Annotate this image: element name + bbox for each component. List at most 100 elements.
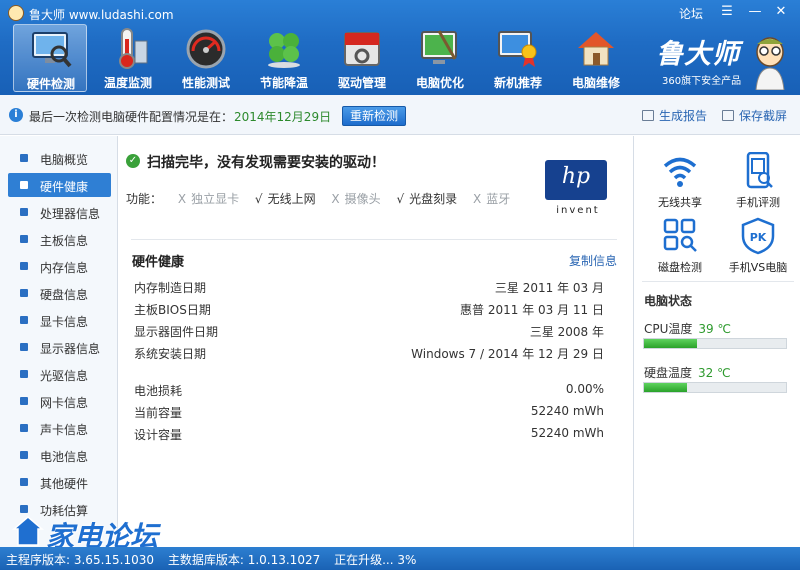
sidebar-item-label: 处理器信息 bbox=[40, 207, 101, 221]
bullet-icon bbox=[20, 424, 28, 432]
sidebar-item-graphics[interactable]: 显卡信息 bbox=[8, 308, 111, 332]
tool-energy-saving[interactable]: 节能降温 bbox=[247, 24, 321, 92]
sidebar-item-hardware-health[interactable]: 硬件健康 bbox=[8, 173, 111, 197]
bottom-status-bar: 主程序版本: 3.65.15.1030 主数据库版本: 1.0.13.1027 … bbox=[0, 547, 800, 570]
disk-temp-label: 硬盘温度 32 ℃ bbox=[644, 364, 731, 381]
recheck-button[interactable]: 重新检测 bbox=[342, 106, 406, 126]
bullet-icon bbox=[20, 181, 28, 189]
tool-label: 电脑优化 bbox=[415, 76, 464, 90]
sidebar-item-label: 其他硬件 bbox=[40, 477, 89, 491]
tool-driver-manager[interactable]: 驱动管理 bbox=[325, 24, 399, 92]
sidebar-item-monitor[interactable]: 显示器信息 bbox=[8, 335, 111, 359]
feature-mark: √ bbox=[254, 192, 263, 206]
tool-label: 驱动管理 bbox=[337, 76, 386, 90]
last-check-date: 2014年12月29日 bbox=[234, 110, 332, 124]
sidebar-item-battery[interactable]: 电池信息 bbox=[8, 443, 111, 467]
close-icon[interactable]: ✕ bbox=[770, 3, 792, 21]
pc-status-title: 电脑状态 bbox=[644, 294, 693, 308]
cpu-temp-bar-fill bbox=[644, 339, 697, 348]
driver-box-icon bbox=[344, 32, 380, 66]
sidebar-item-network[interactable]: 网卡信息 bbox=[8, 389, 111, 413]
main-version: 主程序版本: 3.65.15.1030 bbox=[6, 553, 155, 567]
tile-phone-vs-pc[interactable]: PK 手机VS电脑 bbox=[718, 217, 788, 279]
app-logo-icon bbox=[8, 5, 24, 21]
feature-item: X 摄像头 bbox=[331, 190, 380, 207]
feature-item: √ 无线上网 bbox=[255, 190, 316, 207]
tile-phone-benchmark[interactable]: 手机评测 bbox=[718, 152, 788, 214]
sidebar-item-motherboard[interactable]: 主板信息 bbox=[8, 227, 111, 251]
sidebar-item-label: 网卡信息 bbox=[40, 396, 89, 410]
disk-temp-name: 硬盘温度 bbox=[644, 366, 693, 380]
disk-temp-bar bbox=[643, 382, 787, 393]
bullet-icon bbox=[20, 370, 28, 378]
health-row: 系统安装日期 Windows 7 / 2014 年 12 月 29 日 bbox=[134, 343, 604, 363]
sidebar-item-overview[interactable]: 电脑概览 bbox=[8, 146, 111, 170]
sidebar-item-label: 内存信息 bbox=[40, 261, 89, 275]
section-title: 硬件健康 bbox=[132, 255, 185, 270]
window-title: 鲁大师 www.ludashi.com bbox=[29, 8, 174, 22]
disk-temp-bar-fill bbox=[644, 383, 687, 392]
camera-icon bbox=[722, 110, 734, 121]
cpu-temp-value: 39 ℃ bbox=[698, 322, 731, 336]
divider bbox=[642, 281, 794, 282]
row-key: 电池损耗 bbox=[134, 384, 183, 398]
bullet-icon bbox=[20, 451, 28, 459]
upgrade-status: 正在升级... 3% bbox=[334, 553, 417, 567]
minimize-icon[interactable]: — bbox=[744, 3, 766, 21]
sidebar-item-label: 电脑概览 bbox=[40, 153, 89, 167]
tool-hardware-check[interactable]: 硬件检测 bbox=[13, 24, 87, 92]
tile-label: 手机VS电脑 bbox=[728, 261, 788, 274]
sidebar-item-cpu[interactable]: 处理器信息 bbox=[8, 200, 111, 224]
tool-optimize[interactable]: 电脑优化 bbox=[403, 24, 477, 92]
bullet-icon bbox=[20, 154, 28, 162]
sidebar-item-label: 显示器信息 bbox=[40, 342, 101, 356]
info-icon: i bbox=[9, 108, 23, 122]
save-screenshot-link[interactable]: 保存截屏 bbox=[722, 107, 787, 124]
sidebar-item-optical-drive[interactable]: 光驱信息 bbox=[8, 362, 111, 386]
vendor-logo-word: invent bbox=[556, 205, 600, 216]
copy-info-link[interactable]: 复制信息 bbox=[569, 252, 617, 269]
row-value: 52240 mWh bbox=[530, 426, 604, 440]
sidebar-item-disk[interactable]: 硬盘信息 bbox=[8, 281, 111, 305]
feature-item: √ 光盘刻录 bbox=[397, 190, 458, 207]
forum-logo-icon bbox=[12, 516, 44, 546]
sidebar-item-other[interactable]: 其他硬件 bbox=[8, 470, 111, 494]
row-key: 显示器固件日期 bbox=[134, 325, 219, 339]
sidebar-item-label: 显卡信息 bbox=[40, 315, 89, 329]
tool-temperature[interactable]: 温度监测 bbox=[91, 24, 165, 92]
tool-repair[interactable]: 电脑维修 bbox=[559, 24, 633, 92]
top-bar: 鲁大师 www.ludashi.com 论坛 ☰ — ✕ 硬件检测 温度监测 性… bbox=[0, 0, 800, 95]
feature-mark: X bbox=[177, 192, 187, 206]
row-key: 内存制造日期 bbox=[134, 281, 207, 295]
generate-report-label: 生成报告 bbox=[659, 109, 708, 123]
features-label: 功能： bbox=[126, 192, 163, 206]
tile-disk-check[interactable]: 磁盘检测 bbox=[640, 217, 710, 279]
feature-label: 摄像头 bbox=[344, 192, 381, 206]
tool-performance[interactable]: 性能测试 bbox=[169, 24, 243, 92]
broom-screen-icon bbox=[421, 30, 457, 64]
tool-label: 温度监测 bbox=[103, 76, 152, 90]
menu-icon[interactable]: ☰ bbox=[716, 3, 738, 21]
check-icon: ✓ bbox=[126, 154, 140, 168]
tool-new-pc[interactable]: 新机推荐 bbox=[481, 24, 555, 92]
tile-label: 手机评测 bbox=[736, 196, 780, 209]
feature-mark: X bbox=[331, 192, 340, 206]
main-panel: ✓ 扫描完毕，没有发现需要安装的驱动！ 功能： X 独立显卡 √ 无线上网 X 摄像头… bbox=[119, 136, 632, 547]
feature-item: X 蓝牙 bbox=[473, 190, 510, 207]
forum-link[interactable]: 论坛 bbox=[679, 5, 703, 22]
house-icon bbox=[578, 32, 614, 66]
feature-mark: X bbox=[473, 192, 482, 206]
brand-tagline: 360旗下安全产品 bbox=[662, 76, 742, 87]
generate-report-link[interactable]: 生成报告 bbox=[642, 107, 707, 124]
row-value: Windows 7 / 2014 年 12 月 29 日 bbox=[411, 347, 604, 361]
cpu-temp-name: CPU温度 bbox=[644, 322, 693, 336]
sidebar-item-sound[interactable]: 声卡信息 bbox=[8, 416, 111, 440]
sidebar-item-memory[interactable]: 内存信息 bbox=[8, 254, 111, 278]
sidebar-item-label: 光驱信息 bbox=[40, 369, 89, 383]
tile-wifi-share[interactable]: 无线共享 bbox=[640, 152, 710, 214]
main-toolbar: 硬件检测 温度监测 性能测试 节能降温 驱动管理 电脑优化 新机推荐 电脑维修 bbox=[0, 22, 640, 94]
health-row: 内存制造日期 三星 2011 年 03 月 bbox=[134, 277, 604, 297]
feature-label: 独立显卡 bbox=[191, 192, 240, 206]
vendor-logo-mark: hp bbox=[561, 164, 591, 189]
battery-row: 电池损耗 0.00% bbox=[134, 380, 604, 400]
